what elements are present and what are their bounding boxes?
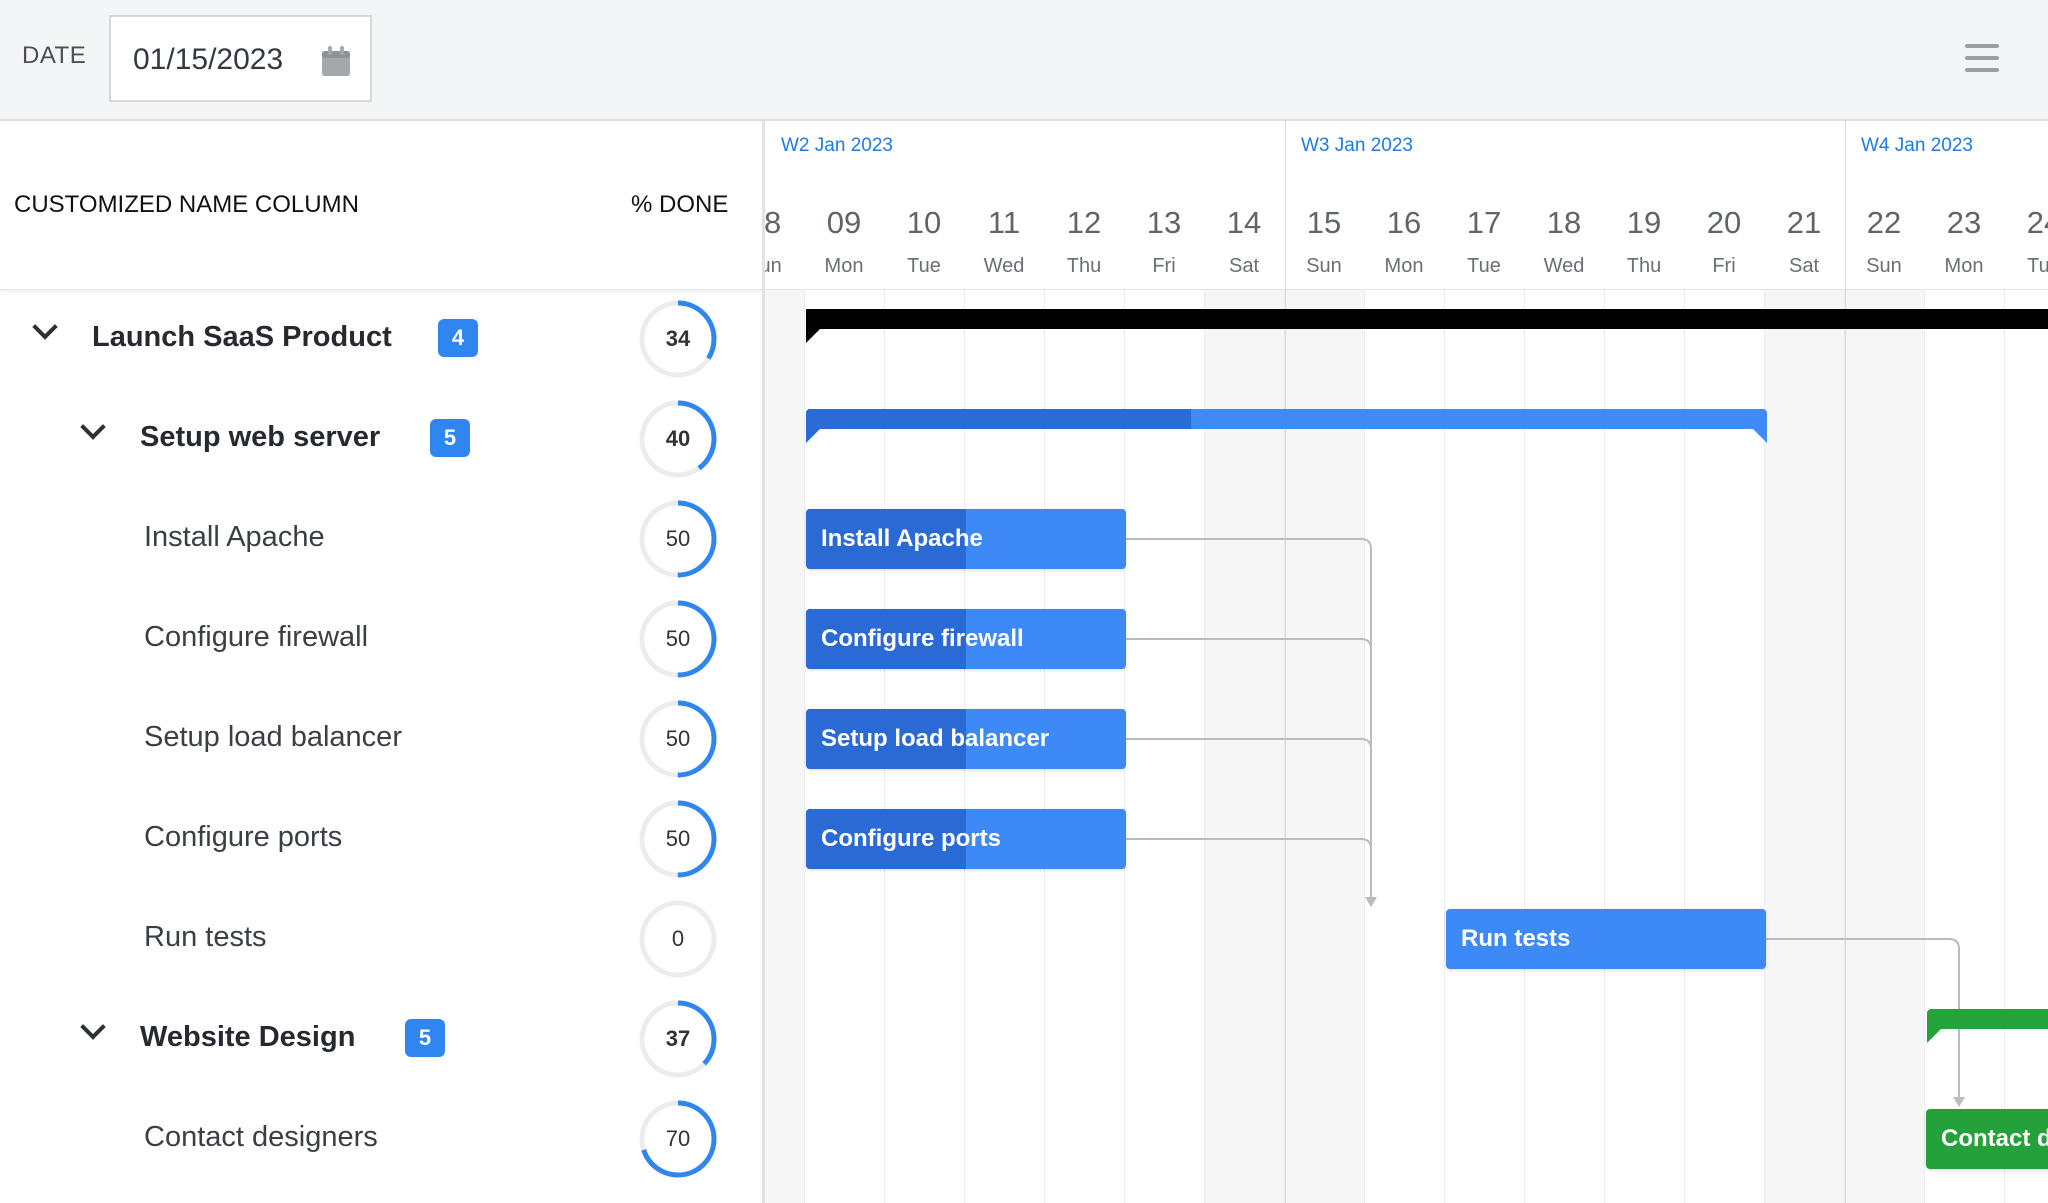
task-grid: CUSTOMIZED NAME COLUMN % DONE Launch Saa… — [0, 121, 763, 1203]
task-bar-configure-ports[interactable]: Configure ports — [806, 809, 1126, 869]
name-column-header[interactable]: CUSTOMIZED NAME COLUMN — [14, 191, 359, 219]
chevron-down-icon[interactable] — [80, 1014, 106, 1040]
task-bar-run-tests[interactable]: Run tests — [1446, 909, 1766, 969]
table-row[interactable]: Launch SaaS Product 4 34 — [0, 289, 763, 389]
dependency-line — [1126, 638, 1372, 897]
table-row[interactable]: Configure ports 50 — [0, 789, 763, 889]
percent-done-value: 0 — [671, 926, 685, 951]
date-label: DATE — [22, 42, 87, 69]
percent-done-column-header[interactable]: % DONE — [631, 191, 728, 219]
grid-header: CUSTOMIZED NAME COLUMN % DONE — [0, 121, 763, 290]
task-name: Website Design — [140, 1021, 356, 1053]
task-name: Setup load balancer — [144, 721, 402, 753]
percent-done-ring: 70 — [637, 1098, 719, 1180]
task-name: Launch SaaS Product — [92, 321, 392, 353]
percent-done-ring: 34 — [637, 298, 719, 380]
percent-done-value: 37 — [665, 1026, 691, 1051]
table-row[interactable]: Install Apache 50 — [0, 489, 763, 589]
child-count-badge: 5 — [405, 1019, 445, 1057]
task-bar-label: Contact designers — [1941, 1125, 2048, 1152]
task-name: Install Apache — [144, 521, 325, 553]
task-name: Contact designers — [144, 1121, 378, 1153]
chevron-down-icon[interactable] — [80, 414, 106, 440]
dependency-line — [1126, 738, 1372, 897]
percent-done-value: 70 — [665, 1126, 691, 1151]
task-bar-setup-load-balancer[interactable]: Setup load balancer — [806, 709, 1126, 769]
table-row[interactable]: Contact designers 70 — [0, 1089, 763, 1189]
percent-done-ring: 50 — [637, 698, 719, 780]
table-row[interactable]: Configure firewall 50 — [0, 589, 763, 689]
percent-done-value: 50 — [665, 626, 691, 651]
percent-done-ring: 50 — [637, 598, 719, 680]
percent-done-ring: 0 — [637, 898, 719, 980]
child-count-badge: 5 — [430, 419, 470, 457]
table-row[interactable]: Website Design 5 37 — [0, 989, 763, 1089]
dependency-arrow — [1953, 1097, 1965, 1107]
percent-done-ring: 40 — [637, 398, 719, 480]
gantt-timeline: W2 Jan 2023 W3 Jan 2023 W4 Jan 2023 08 S… — [765, 121, 2048, 1203]
task-name: Run tests — [144, 921, 267, 953]
percent-done-ring: 50 — [637, 498, 719, 580]
dependency-arrow — [1365, 897, 1377, 907]
table-row[interactable]: Setup web server 5 40 — [0, 389, 763, 489]
percent-done-value: 40 — [665, 426, 691, 451]
task-bar-contact-designers[interactable]: Contact designers — [1926, 1109, 2048, 1169]
percent-done-value: 34 — [665, 326, 691, 351]
task-bar-label: Configure firewall — [821, 625, 1024, 652]
task-bar-configure-firewall[interactable]: Configure firewall — [806, 609, 1126, 669]
summary-bar-website-design[interactable] — [1927, 1009, 2048, 1043]
percent-done-value: 50 — [665, 526, 691, 551]
table-row[interactable]: Setup load balancer 50 — [0, 689, 763, 789]
task-name: Configure ports — [144, 821, 343, 853]
summary-bar-setup-web-server[interactable] — [806, 409, 1767, 443]
dependency-line — [1126, 838, 1372, 897]
percent-done-value: 50 — [665, 726, 691, 751]
hamburger-menu-icon[interactable] — [1965, 44, 1999, 74]
date-value[interactable]: 01/15/2023 — [133, 43, 283, 77]
toolbar: DATE 01/15/2023 — [0, 0, 2048, 121]
chevron-down-icon[interactable] — [32, 314, 58, 340]
summary-bar-launch-saas-product[interactable] — [806, 309, 2048, 343]
task-bar-install-apache[interactable]: Install Apache — [806, 509, 1126, 569]
child-count-badge: 4 — [438, 319, 478, 357]
dependency-line — [1126, 538, 1372, 897]
calendar-icon[interactable] — [321, 45, 351, 77]
task-bar-label: Configure ports — [821, 825, 1001, 852]
task-bar-label: Run tests — [1461, 925, 1571, 952]
percent-done-ring: 50 — [637, 798, 719, 880]
date-field[interactable]: 01/15/2023 — [109, 15, 372, 102]
task-name: Configure firewall — [144, 621, 369, 653]
table-row[interactable]: Run tests 0 — [0, 889, 763, 989]
task-bar-label: Install Apache — [821, 525, 983, 552]
task-name: Setup web server — [140, 421, 381, 453]
task-bar-label: Setup load balancer — [821, 725, 1050, 752]
percent-done-ring: 37 — [637, 998, 719, 1080]
percent-done-value: 50 — [665, 826, 691, 851]
